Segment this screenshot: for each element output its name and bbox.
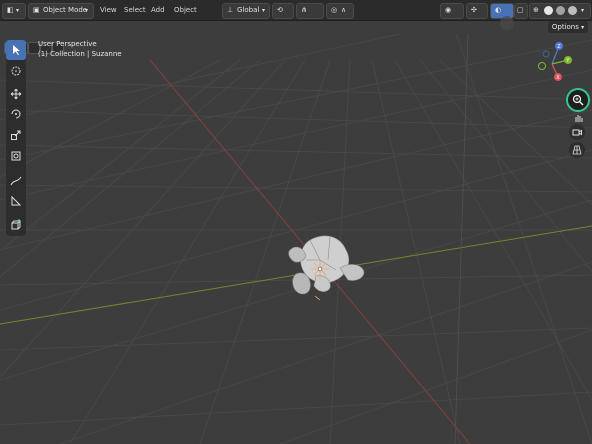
transform-orientation-selector[interactable]: ⊥ Global ▾: [222, 3, 270, 19]
orientation-label: Global: [237, 6, 260, 14]
chevron-down-icon: ▾: [85, 7, 89, 14]
gizmo-axis-z[interactable]: Z: [557, 44, 561, 50]
options-button[interactable]: Options ▾: [548, 21, 588, 33]
visibility-button[interactable]: ◉: [440, 3, 464, 19]
camera-button[interactable]: [569, 124, 585, 140]
snap-icon: ⋔: [301, 6, 307, 14]
rendered-shading-icon[interactable]: [568, 6, 577, 15]
pivot-icon: ⟲: [277, 6, 283, 14]
rotate-icon[interactable]: [6, 104, 26, 124]
measure-icon[interactable]: [6, 191, 26, 211]
navigation-gizmo[interactable]: Z Y X: [530, 40, 580, 90]
zoom-icon: [572, 94, 584, 106]
perspective-label: User Perspective: [38, 40, 97, 48]
gizmo-icon: ✣: [471, 6, 477, 14]
grid-icon: [572, 145, 582, 155]
eye-icon: ◉: [445, 6, 452, 14]
snap-button[interactable]: ⋔: [296, 3, 324, 19]
editor-type-icon: ◧: [7, 6, 14, 14]
cursor-icon[interactable]: [6, 40, 26, 60]
move-icon[interactable]: [6, 84, 26, 104]
add-cube-icon[interactable]: [6, 215, 26, 235]
menu-select[interactable]: Select: [124, 3, 146, 17]
3d-cursor-tool-icon[interactable]: [6, 61, 26, 81]
annotate-icon[interactable]: [6, 171, 26, 191]
collection-label: (1) Collection | Suzanne: [38, 50, 122, 58]
proportional-icon: ◎: [331, 6, 338, 14]
chevron-down-icon: ▾: [581, 7, 585, 14]
pivot-point-button[interactable]: ⟲: [272, 3, 294, 19]
menu-add[interactable]: Add: [151, 3, 165, 17]
3d-viewport[interactable]: User Perspective (1) Collection | Suzann…: [0, 34, 592, 444]
overlay-icon: ◐: [495, 6, 502, 14]
proportional-editing-button[interactable]: ◎ ∧: [326, 3, 354, 19]
editor-type-button[interactable]: ◧ ▾: [2, 3, 26, 19]
mode-selector[interactable]: ▣ Object Mode ▾: [28, 3, 94, 19]
gizmo-toggle-button[interactable]: ✣: [466, 3, 488, 19]
menu-object[interactable]: Object: [174, 3, 197, 17]
xray-icon: ▢: [517, 6, 524, 14]
crosshair-icon: [311, 260, 329, 278]
camera-icon: [572, 129, 582, 136]
orbit-handle[interactable]: [500, 16, 514, 30]
solid-shading-icon[interactable]: [544, 6, 553, 15]
wireframe-shading-icon[interactable]: ⊕: [533, 4, 539, 17]
xray-button[interactable]: ▢: [514, 3, 528, 19]
menu-view[interactable]: View: [100, 3, 117, 17]
object-mode-icon: ▣: [33, 6, 40, 14]
transform-icon[interactable]: [6, 146, 26, 166]
gizmo-axis-x[interactable]: X: [556, 75, 560, 81]
material-shading-icon[interactable]: [556, 6, 565, 15]
chevron-down-icon: ▾: [262, 7, 266, 14]
options-label: Options: [551, 23, 579, 31]
perspective-toggle-button[interactable]: [569, 142, 585, 158]
chevron-down-icon: ▾: [16, 7, 20, 14]
scale-icon[interactable]: [6, 125, 26, 145]
orientation-icon: ⊥: [227, 6, 234, 14]
hand-icon: [575, 115, 583, 122]
zoom-button[interactable]: [566, 88, 590, 112]
mode-label: Object Mode: [43, 6, 88, 14]
falloff-icon: ∧: [341, 6, 347, 14]
shading-buttons: ⊕ ▾: [529, 3, 591, 19]
chevron-down-icon: ▾: [581, 24, 585, 31]
